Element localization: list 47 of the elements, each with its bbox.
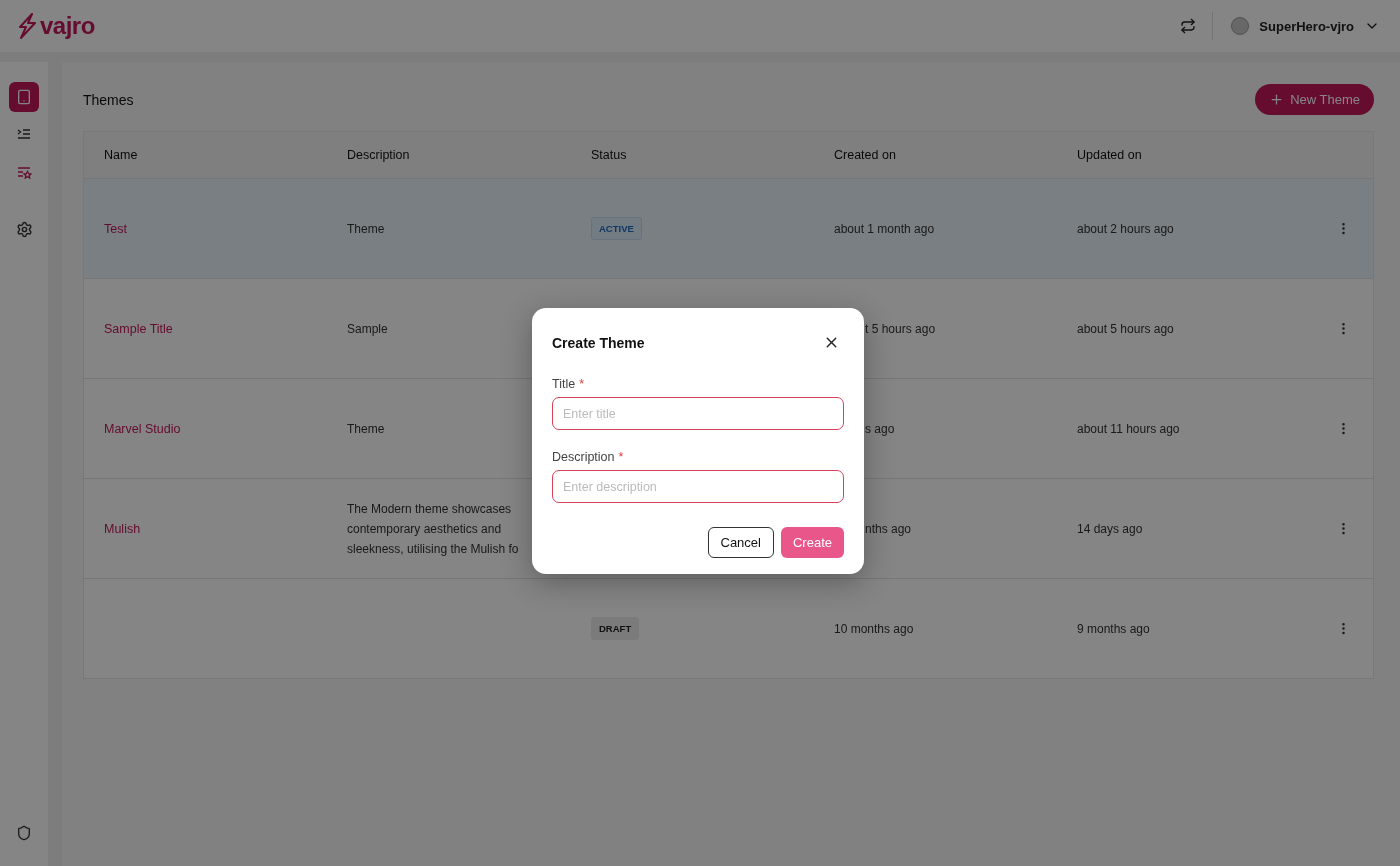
sidebar-item[interactable] <box>9 82 39 112</box>
plus-icon <box>1269 92 1285 107</box>
table-row[interactable]: Test Theme ACTIVE about 1 month ago about 2 hours ago <box>84 178 1373 278</box>
create-button[interactable]: Create <box>780 527 844 558</box>
table-cell-text: 14 days ago <box>1077 520 1144 538</box>
table-cell-text: 10 months ago <box>834 620 915 638</box>
column-header: Name <box>104 148 139 162</box>
input-field[interactable]: Enter description <box>552 470 844 503</box>
column-header: Status <box>591 148 628 162</box>
lightning-logo-icon <box>16 13 38 39</box>
required-mark: * <box>618 450 624 464</box>
column-header: Updated on <box>1077 148 1143 162</box>
field-label: Title * <box>552 377 586 391</box>
table-cell-text: The Modern theme showcases contemporary aesthetics and sleekness, utilising the Mulish fo <box>347 500 520 558</box>
logo-text: vajro <box>40 12 95 40</box>
theme-name-link[interactable]: Sample Title <box>104 321 347 336</box>
status-badge: DRAFT <box>591 617 640 640</box>
column-header: Created on <box>834 148 897 162</box>
table-cell-text: 9 months ago <box>1077 620 1151 638</box>
required-mark: * <box>579 377 585 391</box>
table-cell-text: about 2 hours ago <box>1077 220 1175 238</box>
theme-name-link[interactable]: Test <box>104 221 347 236</box>
table-cell-text: about 1 month ago <box>834 220 936 238</box>
avatar-icon <box>1231 17 1250 35</box>
status-badge: ACTIVE <box>591 217 642 240</box>
cancel-button[interactable]: Cancel <box>707 527 774 558</box>
column-header: Description <box>347 148 411 162</box>
table-cell-text: about 11 hours ago <box>1077 420 1181 438</box>
table-cell-text: nths ago <box>864 520 913 538</box>
field-label: Description * <box>552 450 625 464</box>
theme-name-link[interactable]: Mulish <box>104 521 347 536</box>
theme-name-link[interactable]: Marvel Studio <box>104 421 347 436</box>
new-theme-button[interactable]: New Theme <box>1255 84 1374 115</box>
table-cell-text: Sample <box>347 320 389 338</box>
tablet-icon <box>16 89 32 105</box>
table-cell-text: s ago <box>864 420 896 438</box>
settings-icon <box>15 220 33 238</box>
input-field[interactable]: Enter title <box>552 397 844 430</box>
list-star-icon <box>16 165 32 181</box>
shield-icon <box>16 825 32 841</box>
dialog-title: Create Theme <box>552 334 645 351</box>
table-cell-text: about 5 hours ago <box>1077 320 1175 338</box>
table-cell-text: Theme <box>347 220 386 238</box>
page-title: Themes <box>83 91 134 108</box>
table-cell-text: Theme <box>347 420 386 438</box>
user-menu-button[interactable]: SuperHero-vjro <box>1227 13 1384 39</box>
table-cell-text: t 5 hours ago <box>864 320 937 338</box>
